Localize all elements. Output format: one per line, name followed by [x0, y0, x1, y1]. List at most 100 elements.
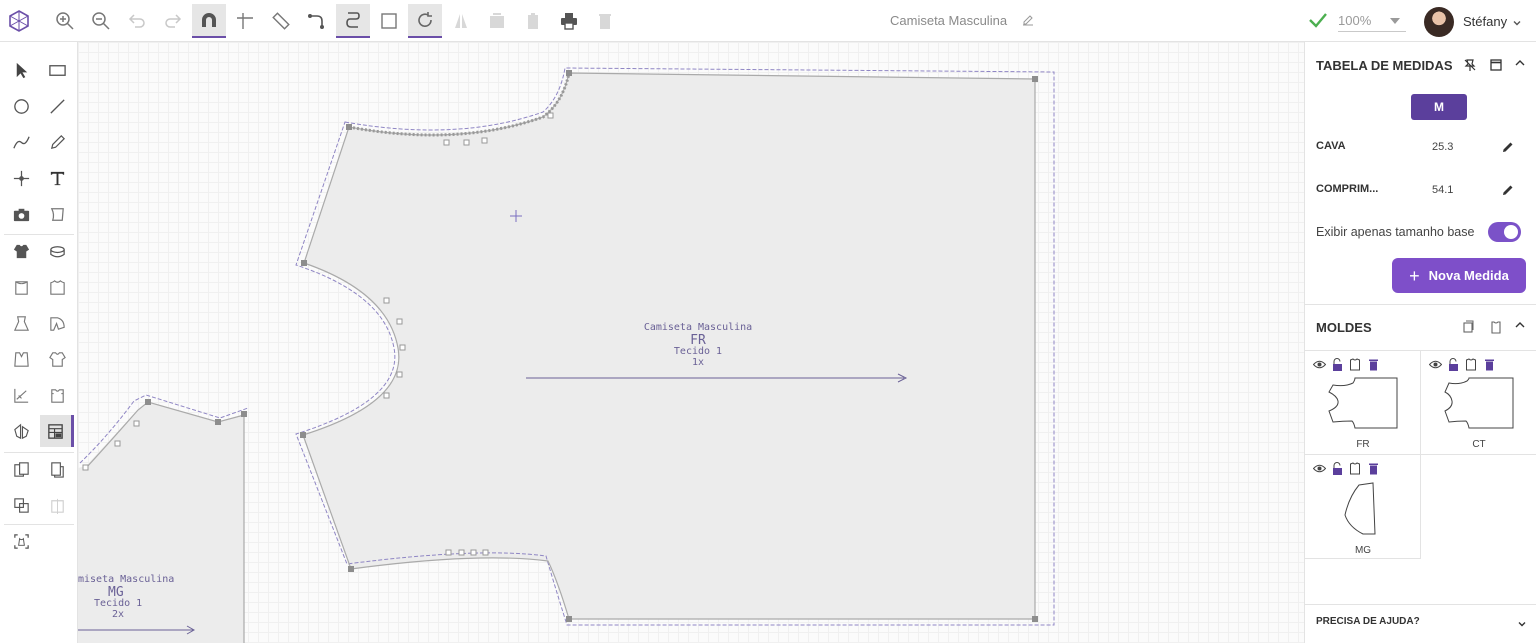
redo-icon[interactable] — [156, 4, 190, 38]
lock-icon[interactable] — [1329, 356, 1345, 372]
collapse-icon[interactable] — [1511, 54, 1529, 72]
waistband-icon[interactable] — [40, 235, 74, 267]
zoom-in-icon[interactable] — [48, 4, 82, 38]
grading-icon[interactable] — [4, 379, 38, 411]
rotate-icon[interactable] — [408, 4, 442, 38]
rectangle-tool-icon[interactable] — [40, 54, 74, 86]
piece-name: miseta Masculina — [78, 574, 175, 585]
shirt-outline-icon[interactable] — [1463, 356, 1479, 372]
dress-icon[interactable] — [4, 307, 38, 339]
unpin-icon[interactable] — [1461, 56, 1479, 74]
document-title: Camiseta Masculina — [890, 13, 1008, 28]
select-box-icon[interactable] — [372, 4, 406, 38]
line-tool-icon[interactable] — [40, 90, 74, 122]
front-bodice-icon[interactable] — [4, 271, 38, 303]
zoom-dropdown-icon[interactable] — [1390, 18, 1400, 24]
right-panel: TABELA DE MEDIDAS M CAVA 25.3 COMPRIM...… — [1304, 42, 1536, 643]
piece-code: FR — [690, 332, 706, 348]
chevron-down-icon[interactable] — [1517, 616, 1527, 634]
split-piece-icon[interactable] — [40, 489, 74, 521]
curve-path-icon[interactable] — [300, 4, 334, 38]
mold-card[interactable]: MG — [1305, 455, 1421, 559]
molds-title: MOLDES — [1316, 320, 1372, 335]
logo-icon[interactable] — [2, 4, 36, 38]
delete-icon[interactable] — [588, 4, 622, 38]
edit-pencil-icon[interactable] — [1499, 181, 1517, 199]
sleeve-icon[interactable] — [40, 307, 74, 339]
measurements-title: TABELA DE MEDIDAS — [1316, 58, 1453, 73]
layers-icon[interactable] — [1459, 318, 1477, 336]
clipboard-icon[interactable] — [516, 4, 550, 38]
pointer-tool-icon[interactable] — [4, 54, 38, 86]
magnet-icon[interactable] — [192, 4, 226, 38]
section-divider — [1305, 304, 1536, 305]
undo-icon[interactable] — [120, 4, 154, 38]
copy-piece-icon[interactable] — [40, 453, 74, 485]
avatar[interactable] — [1424, 7, 1454, 37]
shirt-outline-icon[interactable] — [1347, 460, 1363, 476]
eye-icon[interactable] — [1427, 356, 1443, 372]
tshirt-icon[interactable] — [40, 343, 74, 375]
top-toolbar: Camiseta Masculina 100% Stéfany — [0, 0, 1536, 42]
plus-icon: + — [1409, 265, 1420, 286]
shirt-model-icon[interactable] — [4, 235, 38, 267]
piece-name: Camiseta Masculina — [643, 322, 753, 333]
lock-icon[interactable] — [1445, 356, 1461, 372]
camera-tool-icon[interactable] — [4, 198, 38, 230]
new-measure-button[interactable]: + Nova Medida — [1392, 258, 1526, 293]
piece-label-mg: miseta Masculina MG Tecido 1 2x — [78, 574, 175, 620]
help-label[interactable]: PRECISA DE AJUDA? — [1316, 616, 1420, 627]
new-measure-label: Nova Medida — [1428, 268, 1509, 283]
mold-code: CT — [1472, 439, 1486, 450]
circle-tool-icon[interactable] — [4, 90, 38, 122]
text-tool-icon[interactable] — [40, 162, 74, 194]
merge-pieces-icon[interactable] — [4, 489, 38, 521]
zoom-out-icon[interactable] — [84, 4, 118, 38]
table-tool-icon[interactable] — [40, 415, 74, 447]
paste-piece-icon[interactable] — [4, 453, 38, 485]
shape-cut-tool-icon[interactable] — [40, 198, 74, 230]
measure-name: CAVA — [1316, 140, 1346, 152]
edit-pencil-icon[interactable] — [1499, 138, 1517, 156]
layout-icon[interactable] — [480, 4, 514, 38]
tool-panel — [0, 42, 78, 643]
collar-icon[interactable] — [4, 415, 38, 447]
base-size-toggle[interactable] — [1488, 222, 1521, 242]
window-icon[interactable] — [1487, 56, 1505, 74]
seam-path-icon[interactable] — [336, 4, 370, 38]
eye-icon[interactable] — [1311, 356, 1327, 372]
mold-card[interactable]: CT — [1421, 351, 1536, 455]
ruler-icon[interactable] — [264, 4, 298, 38]
pencil-tool-icon[interactable] — [40, 126, 74, 158]
mold-card[interactable]: FR — [1305, 351, 1421, 455]
user-name[interactable]: Stéfany — [1463, 14, 1507, 29]
collapse-icon[interactable] — [1511, 316, 1529, 334]
auto-fit-icon[interactable] — [4, 525, 38, 557]
mirror-icon[interactable] — [444, 4, 478, 38]
curve-tool-icon[interactable] — [4, 126, 38, 158]
measure-value: 54.1 — [1432, 184, 1454, 196]
pattern-canvas[interactable]: Camiseta Masculina FR Tecido 1 1x miseta… — [78, 42, 1304, 643]
back-bodice-icon[interactable] — [40, 271, 74, 303]
trash-icon[interactable] — [1365, 460, 1381, 476]
guide-lines-icon[interactable] — [228, 4, 262, 38]
section-divider — [1305, 604, 1536, 605]
mold-code: MG — [1354, 545, 1372, 556]
size-m-button[interactable]: M — [1411, 94, 1467, 120]
shirt-outline-icon[interactable] — [1347, 356, 1363, 372]
point-tool-icon[interactable] — [4, 162, 38, 194]
mold-thumbnail — [1344, 482, 1376, 535]
edit-title-icon[interactable] — [1022, 13, 1034, 31]
base-size-toggle-label: Exibir apenas tamanho base — [1316, 225, 1475, 239]
add-mold-icon[interactable] — [1487, 318, 1505, 336]
mold-thumbnail — [1328, 377, 1398, 429]
vest-icon[interactable] — [4, 343, 38, 375]
eye-icon[interactable] — [1311, 460, 1327, 476]
trash-icon[interactable] — [1365, 356, 1381, 372]
body-piece-icon[interactable] — [40, 379, 74, 411]
chevron-down-icon[interactable] — [1512, 15, 1522, 33]
trash-icon[interactable] — [1481, 356, 1497, 372]
print-icon[interactable] — [552, 4, 586, 38]
measure-name: COMPRIM... — [1316, 183, 1379, 195]
lock-icon[interactable] — [1329, 460, 1345, 476]
